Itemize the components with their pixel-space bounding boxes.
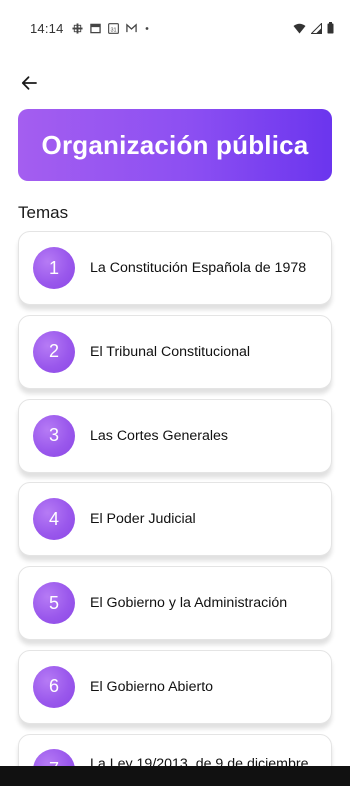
dot-icon (145, 26, 148, 30)
topic-number: 4 (48, 508, 59, 529)
topic-label: El Gobierno Abierto (90, 678, 214, 695)
wifi-icon (293, 23, 306, 33)
calendar-day: 31 (110, 27, 116, 33)
status-bar: 14:14 31 (0, 0, 350, 56)
topic-card[interactable]: 4 El Poder Judicial (18, 482, 332, 557)
slack-icon (72, 22, 83, 34)
topic-number: 3 (48, 425, 59, 446)
topic-number-badge: 3 (33, 414, 75, 457)
topic-label: La Constitución Española de 1978 (90, 260, 307, 276)
topic-label: El Poder Judicial (90, 511, 196, 528)
bookmark-icon (89, 23, 101, 33)
notification-icons: 31 (72, 22, 150, 34)
topic-card[interactable]: 6 El Gobierno Abierto (18, 649, 332, 724)
topic-number: 2 (48, 341, 59, 362)
calendar-31-icon: 31 (107, 22, 119, 34)
gmail-icon (125, 22, 137, 32)
status-time: 14:14 (30, 20, 64, 36)
topic-label: El Tribunal Constitucional (90, 343, 251, 360)
topic-number: 1 (48, 257, 59, 278)
topic-card[interactable]: 1 La Constitución Española de 1978 (18, 231, 332, 305)
topic-label: Las Cortes Generales (90, 427, 229, 444)
page-title: Organización pública (41, 129, 309, 160)
topic-card[interactable]: 2 El Tribunal Constitucional (18, 314, 332, 389)
battery-icon (327, 22, 334, 34)
back-button[interactable] (16, 70, 42, 96)
topic-card[interactable]: 3 Las Cortes Generales (18, 398, 332, 473)
topic-card[interactable]: 5 El Gobierno y la Administración (18, 566, 332, 641)
topic-number-badge: 1 (33, 247, 75, 289)
system-icons (293, 22, 334, 34)
signal-icon (311, 22, 322, 34)
topic-number-badge: 4 (33, 498, 75, 541)
hero-banner: Organización pública (18, 109, 332, 181)
topic-list: 1 La Constitución Española de 1978 2 El … (18, 231, 332, 786)
section-title: Temas (18, 203, 69, 222)
topic-number: 6 (48, 676, 59, 697)
topic-number: 5 (48, 592, 59, 613)
topic-number-badge: 2 (33, 330, 75, 373)
topic-label: El Gobierno y la Administración (90, 595, 288, 612)
topic-number-badge: 6 (33, 665, 75, 708)
topic-number-badge: 5 (33, 582, 75, 625)
system-nav-bar (0, 766, 350, 786)
arrow-left-icon (21, 76, 37, 90)
